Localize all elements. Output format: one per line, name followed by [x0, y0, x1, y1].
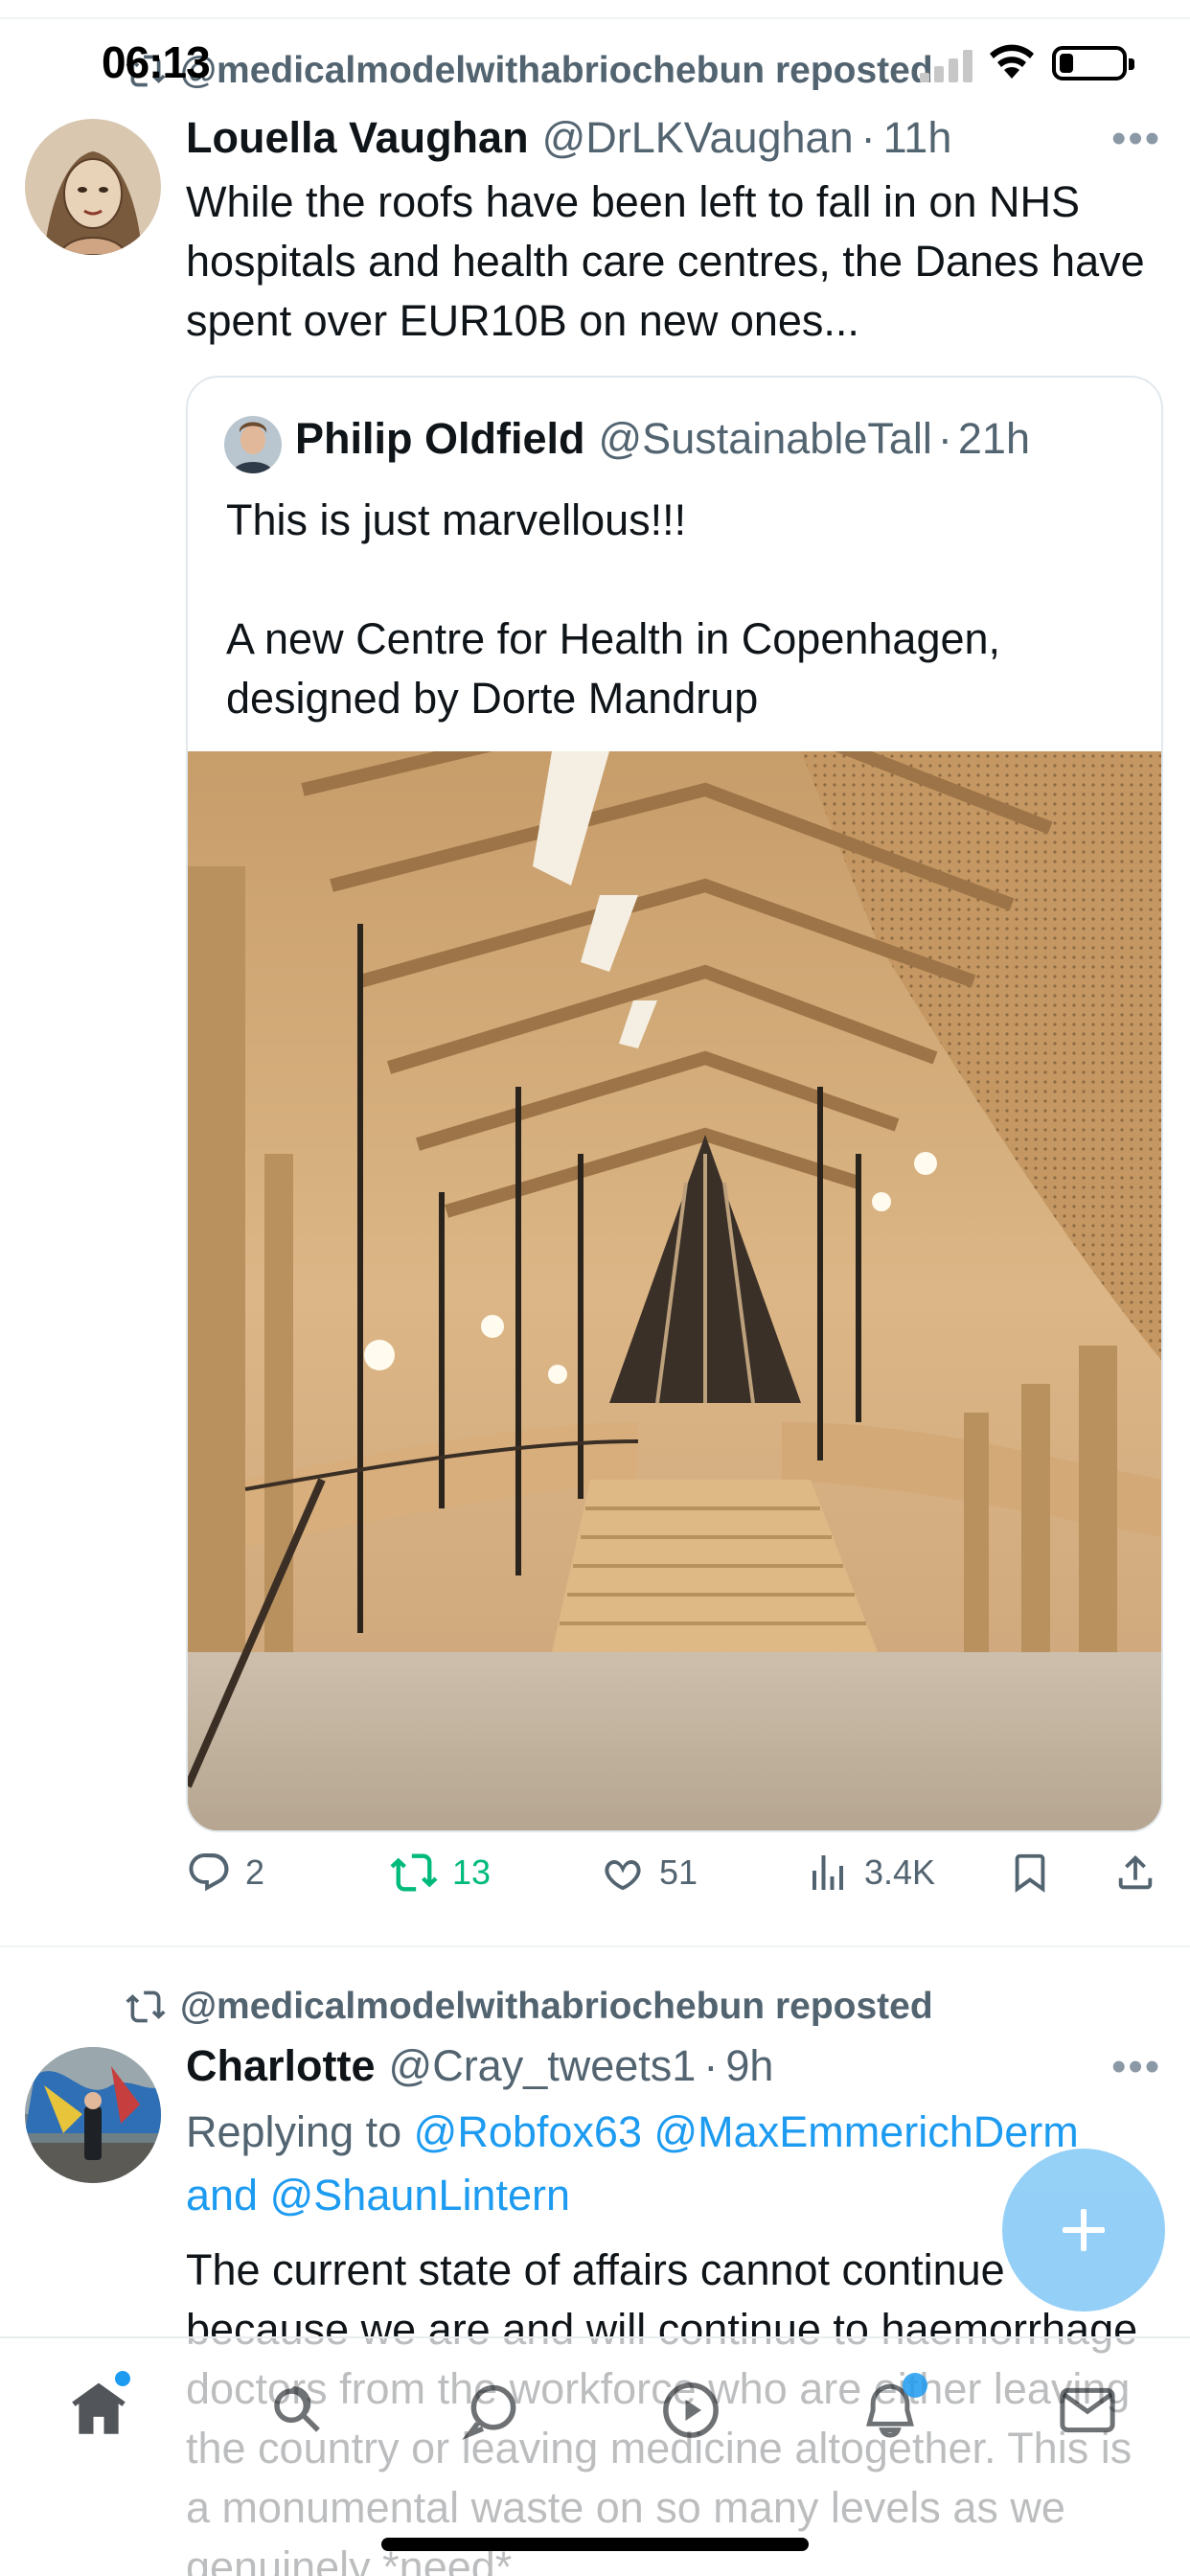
home-icon	[72, 2382, 126, 2434]
quoted-tweet-age[interactable]: 21h	[958, 414, 1030, 464]
view-count: 3.4K	[864, 1852, 936, 1892]
tweet-header: Charlotte @Cray_tweets1 · 9h	[186, 2041, 773, 2091]
repost-label[interactable]: @medicalmodelwithabriochebun reposted	[180, 1986, 933, 2028]
nav-notifications[interactable]	[858, 2373, 927, 2447]
like-count: 51	[659, 1852, 698, 1892]
author-name[interactable]: Louella Vaughan	[186, 113, 529, 163]
tweet-age[interactable]: 11h	[883, 113, 952, 163]
nav-search[interactable]	[264, 2379, 328, 2447]
repost-button[interactable]: 13	[389, 1850, 491, 1896]
mail-icon	[1060, 2387, 1115, 2433]
separator: ·	[703, 2041, 719, 2090]
notification-dot	[115, 2371, 130, 2386]
tweet-divider	[0, 1945, 1190, 1947]
reply-button[interactable]: 2	[186, 1850, 264, 1896]
repost-header[interactable]: @medicalmodelwithabriochebun reposted	[125, 1986, 933, 2028]
nav-messages[interactable]	[1056, 2379, 1119, 2447]
status-bar: 06:13	[0, 0, 1190, 96]
heart-icon	[605, 1859, 641, 1891]
tweet-actions: 2 13 51 3.4K	[186, 1850, 1173, 1917]
search-icon	[274, 2386, 320, 2432]
share-icon	[1118, 1854, 1153, 1890]
like-button[interactable]: 51	[600, 1850, 698, 1896]
mention-link[interactable]: @Robfox63	[414, 2107, 642, 2156]
tweet-text: While the roofs have been left to fall i…	[186, 177, 1145, 345]
repost-icon	[126, 1990, 166, 2023]
tweet-image[interactable]	[188, 751, 1163, 1832]
more-options-icon[interactable]: •••	[1111, 2043, 1161, 2091]
and-label: and	[186, 2171, 259, 2220]
mention-link[interactable]: @MaxEmmerichDerm	[654, 2107, 1079, 2156]
quoted-tweet[interactable]: Philip Oldfield @SustainableTall · 21h T…	[186, 376, 1163, 1832]
tweet-header: Louella Vaughan @DrLKVaughan · 11h	[186, 113, 951, 163]
reply-count: 2	[245, 1852, 265, 1892]
cellular-signal-icon	[920, 50, 973, 82]
nav-video[interactable]	[659, 2379, 722, 2447]
video-icon	[663, 2382, 719, 2438]
quoted-tweet-text: This is just marvellous!!! A new Centre …	[226, 495, 1001, 723]
author-handle[interactable]: @DrLKVaughan	[542, 113, 854, 163]
compose-button[interactable]	[1002, 2149, 1165, 2312]
nav-home[interactable]	[67, 2371, 130, 2447]
repost-count: 13	[452, 1852, 492, 1892]
more-options-icon[interactable]: •••	[1111, 115, 1161, 163]
battery-icon	[1052, 46, 1134, 80]
views-button[interactable]: 3.4K	[805, 1850, 935, 1896]
mention-link[interactable]: @ShaunLintern	[270, 2171, 570, 2220]
separator: ·	[937, 414, 952, 463]
quoted-author-name[interactable]: Philip Oldfield	[295, 414, 585, 464]
author-name[interactable]: Charlotte	[186, 2041, 376, 2091]
wifi-icon	[990, 44, 1034, 79]
tweet-age[interactable]: 9h	[725, 2041, 773, 2091]
screen: @medicalmodelwithabriochebun reposted 06…	[0, 0, 1190, 2576]
quoted-author-handle[interactable]: @SustainableTall	[599, 414, 932, 464]
share-button[interactable]	[1113, 1850, 1157, 1896]
plus-icon	[1063, 2209, 1105, 2251]
avatar[interactable]	[25, 119, 161, 255]
separator: ·	[860, 113, 876, 162]
replying-to-label: Replying to	[186, 2107, 402, 2156]
repost-icon	[390, 1853, 438, 1892]
home-indicator	[381, 2538, 809, 2551]
avatar[interactable]	[224, 416, 282, 473]
nav-spaces[interactable]	[462, 2379, 525, 2447]
views-icon	[812, 1855, 843, 1890]
bookmark-icon	[1015, 1853, 1045, 1893]
avatar[interactable]	[25, 2047, 161, 2183]
quoted-tweet-header: Philip Oldfield @SustainableTall · 21h	[295, 414, 1030, 464]
author-handle[interactable]: @Cray_tweets1	[389, 2041, 697, 2091]
notification-badge	[903, 2373, 927, 2398]
bookmark-button[interactable]	[1008, 1850, 1052, 1896]
status-time: 06:13	[102, 37, 211, 87]
reply-icon	[189, 1853, 229, 1892]
spaces-icon	[462, 2384, 516, 2440]
